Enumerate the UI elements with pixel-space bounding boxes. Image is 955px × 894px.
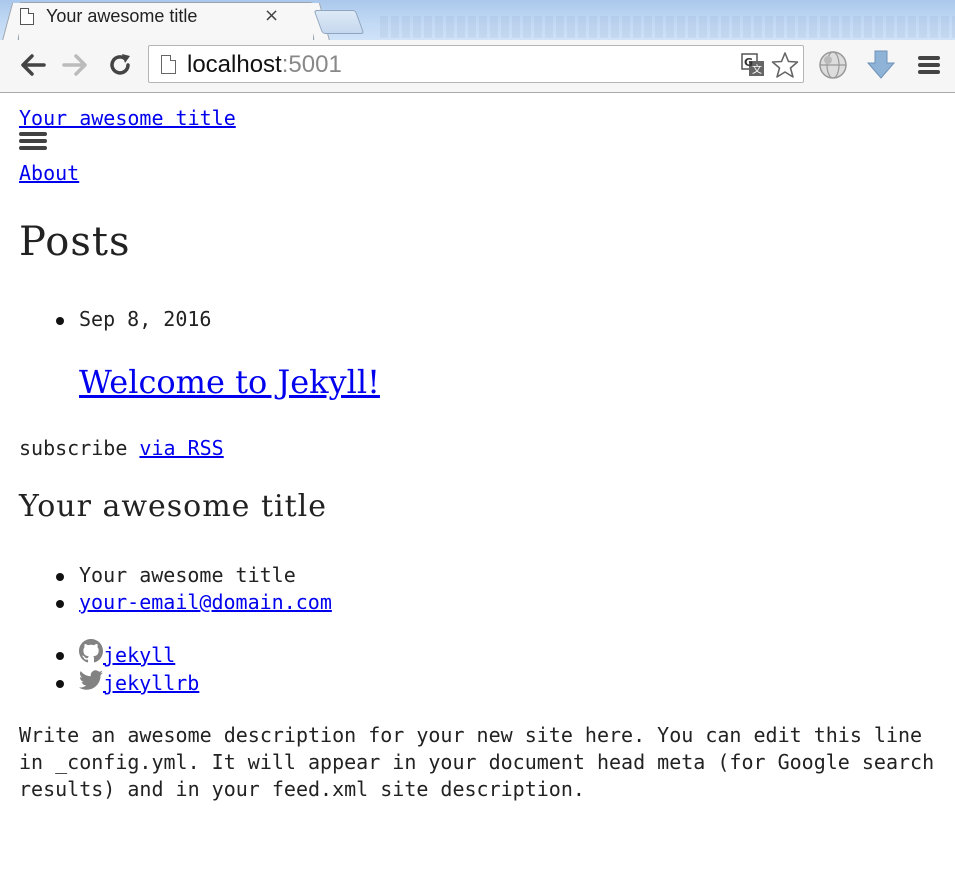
new-tab-button[interactable]: [313, 10, 365, 34]
svg-text:文: 文: [752, 63, 762, 76]
url-text[interactable]: localhost:5001: [187, 51, 342, 79]
page-info-icon[interactable]: [161, 55, 176, 74]
url-host: localhost: [187, 51, 282, 78]
forward-button[interactable]: [60, 50, 90, 80]
site-title-link[interactable]: Your awesome title: [19, 106, 236, 130]
post-date: Sep 8, 2016: [79, 307, 212, 331]
bookmark-star-icon[interactable]: [771, 51, 799, 79]
list-bullet: [56, 600, 64, 608]
reload-button[interactable]: [105, 50, 135, 80]
footer-email-link[interactable]: your-email@domain.com: [79, 590, 332, 614]
list-bullet: [56, 652, 64, 660]
page-icon: [20, 8, 34, 25]
site-description: Write an awesome description for your ne…: [19, 723, 935, 801]
download-arrow-icon[interactable]: [864, 48, 898, 82]
back-button[interactable]: [18, 50, 48, 80]
list-bullet: [56, 317, 64, 325]
browser-toolbar: localhost:5001 G 文: [0, 40, 955, 93]
extension-globe-icon[interactable]: [816, 48, 850, 82]
chrome-menu-icon[interactable]: [912, 48, 946, 82]
title-bar-background: [380, 16, 955, 38]
hamburger-menu-icon[interactable]: [19, 132, 47, 154]
page-heading: Posts: [19, 219, 131, 265]
twitter-icon: [79, 670, 103, 690]
twitter-link[interactable]: jekyllrb: [103, 671, 199, 695]
page-content: Your awesome title About Posts Sep 8, 20…: [0, 93, 955, 894]
footer-contact-name: Your awesome title: [79, 563, 296, 587]
subscribe-label: subscribe: [19, 436, 128, 460]
subscribe-line: subscribe via RSS: [19, 436, 224, 460]
translate-icon[interactable]: G 文: [741, 53, 765, 77]
tab-title: Your awesome title: [46, 6, 198, 26]
github-icon: [79, 639, 103, 663]
browser-title-bar: Your awesome title ×: [0, 0, 955, 41]
url-port: :5001: [281, 51, 342, 78]
github-link[interactable]: jekyll: [103, 643, 175, 667]
footer-heading: Your awesome title: [19, 489, 328, 524]
list-bullet: [56, 680, 64, 688]
rss-link[interactable]: via RSS: [139, 436, 223, 460]
tab-close-button[interactable]: ×: [264, 5, 279, 26]
nav-about-link[interactable]: About: [19, 161, 79, 185]
forward-arrow-icon: [62, 54, 87, 76]
list-bullet: [56, 573, 64, 581]
post-title-link[interactable]: Welcome to Jekyll!: [79, 363, 380, 401]
back-arrow-icon: [21, 54, 46, 76]
address-bar[interactable]: localhost:5001 G 文: [148, 45, 804, 83]
reload-icon: [110, 54, 130, 75]
